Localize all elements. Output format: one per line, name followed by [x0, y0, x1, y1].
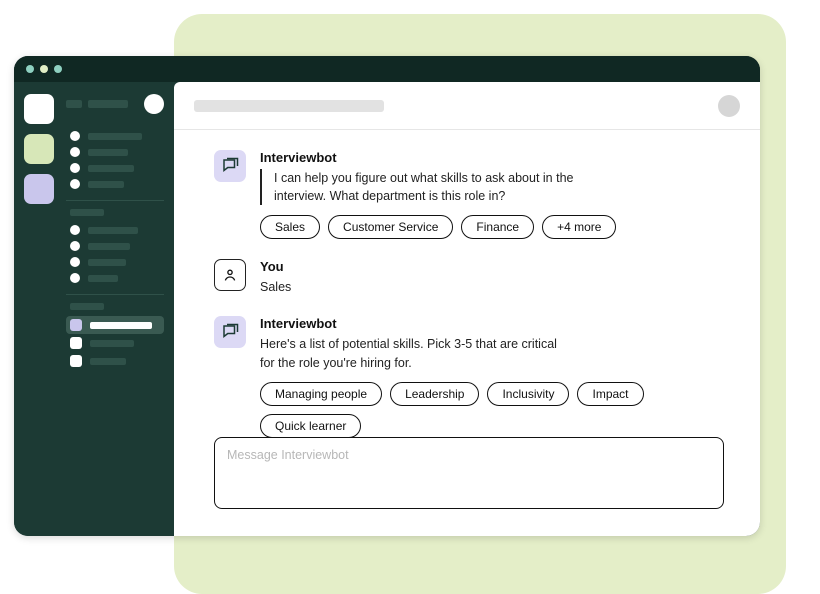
message: You Sales: [214, 259, 724, 296]
message-text: Here's a list of potential skills. Pick …: [260, 335, 560, 371]
skill-chip[interactable]: Managing people: [260, 382, 382, 406]
department-chip[interactable]: Customer Service: [328, 215, 453, 239]
sidebar-section-label: [70, 209, 104, 216]
message: Interviewbot Here's a list of potential …: [214, 316, 724, 437]
message-sender: Interviewbot: [260, 150, 724, 165]
channel-header: [174, 82, 760, 130]
message-text: I can help you figure out what skills to…: [274, 169, 574, 205]
composer-area: [174, 437, 760, 536]
message: Interviewbot I can help you figure out w…: [214, 150, 724, 239]
skill-chip[interactable]: Inclusivity: [487, 382, 569, 406]
sidebar-item[interactable]: [66, 238, 164, 254]
window-close-dot[interactable]: [26, 65, 34, 73]
message-thread: Interviewbot I can help you figure out w…: [174, 130, 760, 437]
channel-title-placeholder: [194, 100, 384, 112]
workspace-item[interactable]: [24, 174, 54, 204]
sidebar-divider: [66, 294, 164, 295]
placeholder-bar: [88, 100, 128, 108]
message-input[interactable]: [214, 437, 724, 509]
workspace-rail: [14, 82, 64, 536]
sidebar-item[interactable]: [66, 128, 164, 144]
person-icon: [222, 267, 238, 283]
message-sender: Interviewbot: [260, 316, 724, 331]
app-window: Interviewbot I can help you figure out w…: [14, 56, 760, 536]
skill-chip[interactable]: Leadership: [390, 382, 479, 406]
sidebar-item[interactable]: [66, 352, 164, 370]
window-maximize-dot[interactable]: [54, 65, 62, 73]
department-chip[interactable]: Sales: [260, 215, 320, 239]
window-titlebar: [14, 56, 760, 82]
chip-row: Managing people Leadership Inclusivity I…: [260, 382, 724, 437]
header-avatar[interactable]: [718, 95, 740, 117]
bot-avatar: [214, 316, 246, 348]
window-body: Interviewbot I can help you figure out w…: [14, 82, 760, 536]
sidebar-item[interactable]: [66, 160, 164, 176]
bot-avatar: [214, 150, 246, 182]
sidebar-item[interactable]: [66, 144, 164, 160]
sidebar-header[interactable]: [66, 94, 164, 114]
skill-chip[interactable]: Quick learner: [260, 414, 361, 437]
sidebar-item-active[interactable]: [66, 316, 164, 334]
sidebar-section-label: [70, 303, 104, 310]
sidebar-item[interactable]: [66, 222, 164, 238]
sidebar-item[interactable]: [66, 254, 164, 270]
message-sender: You: [260, 259, 724, 274]
skill-chip[interactable]: Impact: [577, 382, 643, 406]
department-chip-more[interactable]: +4 more: [542, 215, 616, 239]
sidebar-item[interactable]: [66, 270, 164, 286]
message-text: Sales: [260, 278, 560, 296]
chat-bubble-icon: [221, 157, 239, 175]
window-minimize-dot[interactable]: [40, 65, 48, 73]
sidebar-item[interactable]: [66, 334, 164, 352]
chat-bubble-icon: [221, 323, 239, 341]
chip-row: Sales Customer Service Finance +4 more: [260, 215, 724, 239]
workspace-item[interactable]: [24, 134, 54, 164]
sidebar-divider: [66, 200, 164, 201]
compose-button[interactable]: [144, 94, 164, 114]
workspace-item[interactable]: [24, 94, 54, 124]
sidebar-item[interactable]: [66, 176, 164, 192]
department-chip[interactable]: Finance: [461, 215, 534, 239]
placeholder-bar: [66, 100, 82, 108]
sidebar: [64, 82, 174, 536]
main-panel: Interviewbot I can help you figure out w…: [174, 82, 760, 536]
user-avatar: [214, 259, 246, 291]
